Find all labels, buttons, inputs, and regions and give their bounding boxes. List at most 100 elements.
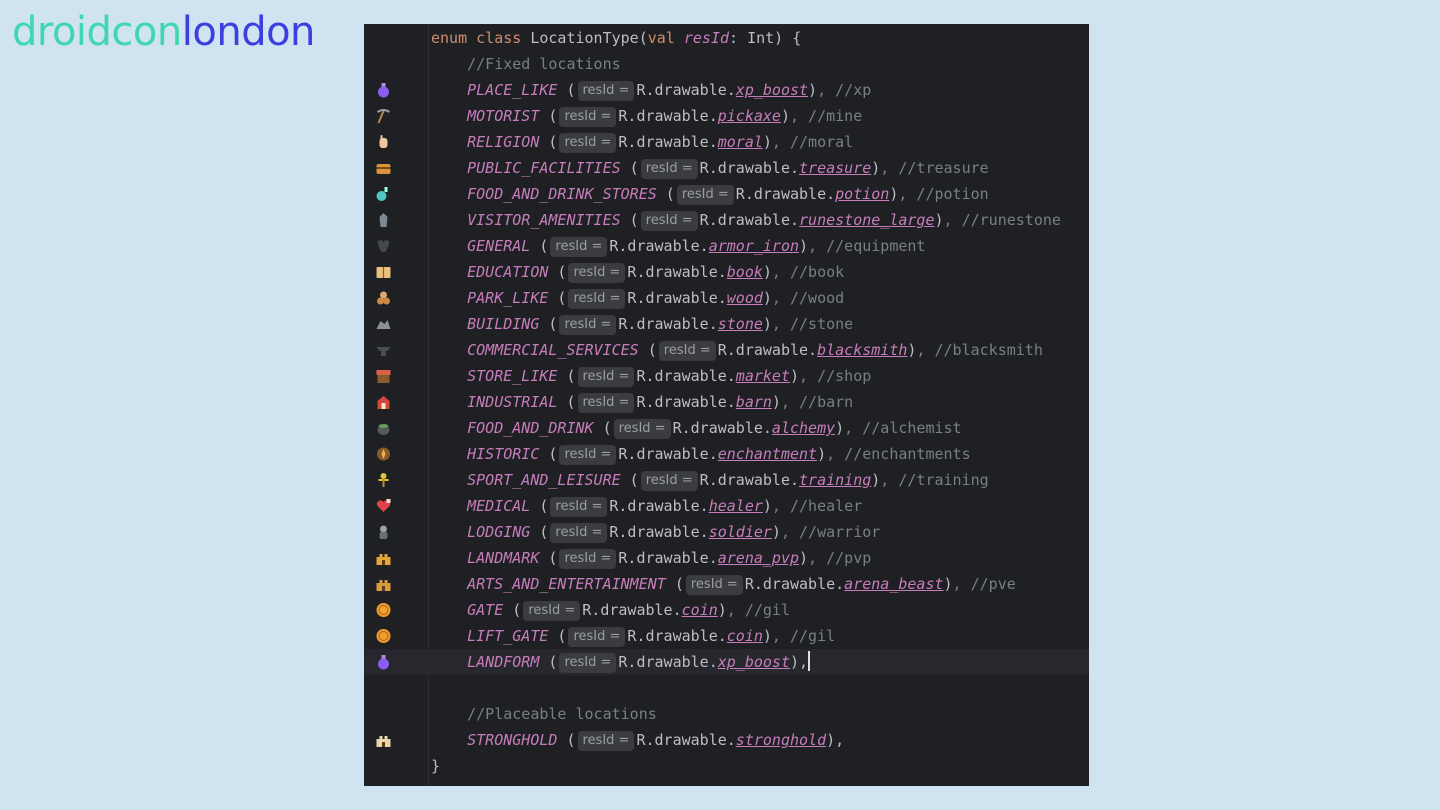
enum-entry-education[interactable]: EDUCATION (resId = R.drawable.book), //bo… xyxy=(364,259,1089,285)
closing-brace-line[interactable]: } xyxy=(364,753,1089,779)
line-comment: , //book xyxy=(771,263,845,281)
comment-text: //Placeable locations xyxy=(467,705,657,723)
code-editor[interactable]: enum class LocationType(val resId: Int) … xyxy=(364,24,1089,786)
drawable-ref[interactable]: wood xyxy=(727,289,763,307)
enum-entry-sport-and-leisure[interactable]: SPORT_AND_LEISURE (resId = R.drawable.tra… xyxy=(364,467,1089,493)
drawable-ref[interactable]: xp_boost xyxy=(718,653,790,671)
drawable-ref[interactable]: arena_pvp xyxy=(718,549,799,567)
enum-entry-lodging[interactable]: LODGING (resId = R.drawable.soldier), //w… xyxy=(364,519,1089,545)
enum-constant: STORE_LIKE xyxy=(467,367,558,385)
drawable-ref[interactable]: blacksmith xyxy=(817,341,907,359)
drawable-ref[interactable]: alchemy xyxy=(772,419,835,437)
drawable-ref[interactable]: pickaxe xyxy=(718,107,781,125)
enum-entry-store-like[interactable]: STORE_LIKE (resId = R.drawable.market), /… xyxy=(364,363,1089,389)
open-paren: ( xyxy=(665,575,684,593)
armor-icon xyxy=(377,240,390,252)
enum-constant: LIFT_GATE xyxy=(467,627,549,645)
runestone-icon xyxy=(379,213,388,227)
code-text: LANDMARK (resId = R.drawable.arena_pvp), … xyxy=(431,545,871,571)
drawable-ref[interactable]: stronghold xyxy=(736,731,826,749)
drawable-ref[interactable]: training xyxy=(799,471,871,489)
enum-entry-landform[interactable]: LANDFORM (resId = R.drawable.xp_boost), xyxy=(364,649,1089,675)
close-paren: ) xyxy=(789,367,800,385)
cauldron-icon xyxy=(377,424,390,435)
drawable-ref[interactable]: stone xyxy=(718,315,763,333)
drawable-ref[interactable]: soldier xyxy=(709,523,772,541)
param-type: : Int) { xyxy=(729,29,802,47)
comment-fixed-locations[interactable]: //Fixed locations xyxy=(364,51,1089,77)
enum-entry-food-and-drink-stores[interactable]: FOOD_AND_DRINK_STORES (resId = R.drawable… xyxy=(364,181,1089,207)
keyword-val: val xyxy=(647,29,675,47)
enum-entry-stronghold[interactable]: STRONGHOLD (resId = R.drawable.stronghold… xyxy=(364,727,1089,753)
line-comment: , //moral xyxy=(771,133,854,151)
param-hint: resId = xyxy=(559,133,617,153)
code-text: GENERAL (resId = R.drawable.armor_iron), … xyxy=(431,233,925,259)
enum-entry-park-like[interactable]: PARK_LIKE (resId = R.drawable.wood), //wo… xyxy=(364,285,1089,311)
close-paren: ) xyxy=(943,575,953,593)
enchantment-icon xyxy=(377,447,390,461)
enum-entry-industrial[interactable]: INDUSTRIAL (resId = R.drawable.barn), //b… xyxy=(364,389,1089,415)
enum-declaration[interactable]: enum class LocationType(val resId: Int) … xyxy=(364,25,1089,51)
open-paren: ( xyxy=(539,653,558,671)
enum-constant: LANDMARK xyxy=(467,549,540,567)
param-hint: resId = xyxy=(577,81,635,101)
code-text: BUILDING (resId = R.drawable.stone), //st… xyxy=(431,311,853,337)
close-paren: ) xyxy=(817,445,827,463)
close-paren: ) xyxy=(808,81,818,99)
enum-constant: ARTS_AND_ENTERTAINMENT xyxy=(467,575,666,593)
open-paren: ( xyxy=(557,731,576,749)
enum-entry-medical[interactable]: MEDICAL (resId = R.drawable.healer), //he… xyxy=(364,493,1089,519)
enum-entry-arts-and-entertainment[interactable]: ARTS_AND_ENTERTAINMENT (resId = R.drawabl… xyxy=(364,571,1089,597)
enum-entry-lift-gate[interactable]: LIFT_GATE (resId = R.drawable.coin), //gi… xyxy=(364,623,1089,649)
enum-entry-general[interactable]: GENERAL (resId = R.drawable.armor_iron), … xyxy=(364,233,1089,259)
enum-entry-food-and-drink[interactable]: FOOD_AND_DRINK (resId = R.drawable.alchem… xyxy=(364,415,1089,441)
enum-constant: FOOD_AND_DRINK xyxy=(467,419,594,437)
drawable-prefix: R.drawable. xyxy=(618,445,718,463)
comment-placeable-locations[interactable]: //Placeable locations xyxy=(364,701,1089,727)
param-hint: resId = xyxy=(613,419,671,439)
drawable-ref[interactable]: runestone_large xyxy=(799,211,934,229)
drawable-ref[interactable]: barn xyxy=(736,393,772,411)
drawable-ref[interactable]: arena_beast xyxy=(844,575,943,593)
potion-icon xyxy=(378,83,389,98)
comment-text: //Fixed locations xyxy=(467,55,621,73)
drawable-ref[interactable]: enchantment xyxy=(718,445,817,463)
drawable-ref[interactable]: treasure xyxy=(799,159,871,177)
enum-constant: GENERAL xyxy=(467,237,531,255)
enum-entry-public-facilities[interactable]: PUBLIC_FACILITIES (resId = R.drawable.tre… xyxy=(364,155,1089,181)
drawable-ref[interactable]: market xyxy=(736,367,790,385)
drawable-ref[interactable]: book xyxy=(727,263,763,281)
drawable-ref[interactable]: coin xyxy=(727,627,763,645)
book-icon xyxy=(376,267,391,278)
enum-constant: RELIGION xyxy=(467,133,540,151)
barn-icon xyxy=(377,396,390,409)
line-comment: , //training xyxy=(880,471,989,489)
code-text: MOTORIST (resId = R.drawable.pickaxe), //… xyxy=(431,103,862,129)
enum-entry-commercial-services[interactable]: COMMERCIAL_SERVICES (resId = R.drawable.b… xyxy=(364,337,1089,363)
enum-entry-historic[interactable]: HISTORIC (resId = R.drawable.enchantment)… xyxy=(364,441,1089,467)
enum-entry-place-like[interactable]: PLACE_LIKE (resId = R.drawable.xp_boost),… xyxy=(364,77,1089,103)
enum-entry-building[interactable]: BUILDING (resId = R.drawable.stone), //st… xyxy=(364,311,1089,337)
enum-entry-motorist[interactable]: MOTORIST (resId = R.drawable.pickaxe), //… xyxy=(364,103,1089,129)
param-hint: resId = xyxy=(559,107,617,127)
drawable-ref[interactable]: healer xyxy=(709,497,763,515)
drawable-ref[interactable]: armor_iron xyxy=(709,237,799,255)
drawable-ref[interactable]: coin xyxy=(682,601,718,619)
keyword-class: class xyxy=(476,29,522,47)
code-text: enum class LocationType(val resId: Int) … xyxy=(431,25,801,51)
treasure-chest-icon xyxy=(376,164,391,174)
open-paren: ( xyxy=(593,419,612,437)
param-hint: resId = xyxy=(568,289,626,309)
enum-entry-gate[interactable]: GATE (resId = R.drawable.coin), //gil xyxy=(364,597,1089,623)
drawable-ref[interactable]: moral xyxy=(718,133,763,151)
enum-constant: LANDFORM xyxy=(467,653,540,671)
drawable-ref[interactable]: xp_boost xyxy=(736,81,808,99)
enum-entry-religion[interactable]: RELIGION (resId = R.drawable.moral), //mo… xyxy=(364,129,1089,155)
param-hint: resId = xyxy=(559,653,617,673)
enum-entry-visitor-amenities[interactable]: VISITOR_AMENITIES (resId = R.drawable.run… xyxy=(364,207,1089,233)
enum-entry-landmark[interactable]: LANDMARK (resId = R.drawable.arena_pvp), … xyxy=(364,545,1089,571)
drawable-ref[interactable]: potion xyxy=(835,185,889,203)
line-comment: , //xp xyxy=(817,81,872,99)
close-paren: ) xyxy=(762,627,772,645)
close-paren: ) xyxy=(762,133,772,151)
